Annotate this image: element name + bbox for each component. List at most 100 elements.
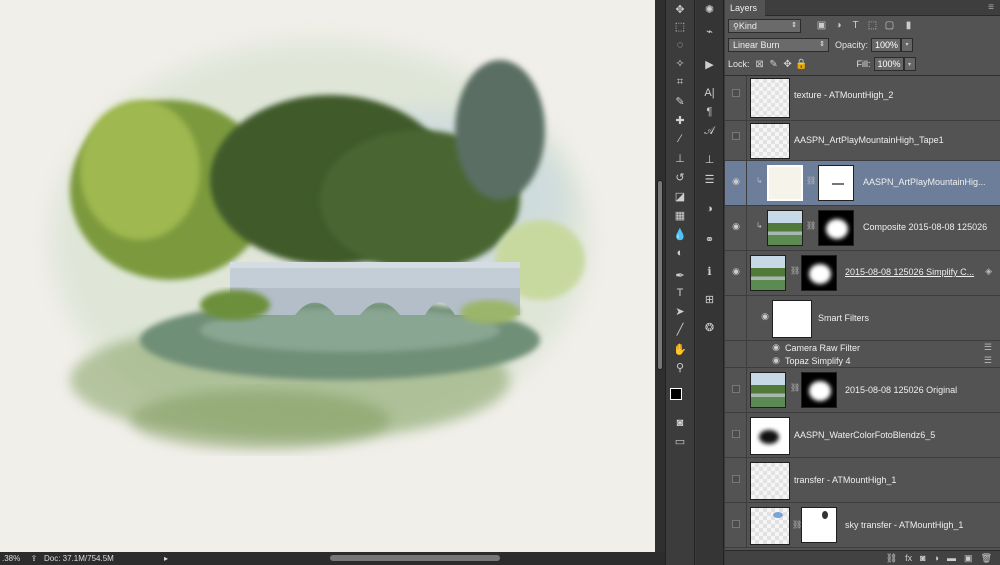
layer-name: 2015-08-08 125026 Simplify C... <box>845 267 975 277</box>
visibility-toggle[interactable] <box>732 475 740 483</box>
zoom-tool-icon[interactable]: ⚲ <box>666 358 694 376</box>
add-mask-icon[interactable]: ◙ <box>920 553 925 563</box>
brush-settings-icon[interactable]: ⌁ <box>696 22 723 40</box>
eye-icon[interactable]: ◉ <box>771 342 781 352</box>
shape-filter-icon[interactable]: ⬚ <box>866 19 879 32</box>
opacity-dropdown-icon[interactable]: ▾ <box>901 37 914 52</box>
visibility-toggle[interactable] <box>732 385 740 393</box>
smart-object-filter-icon[interactable]: ▢ <box>883 19 896 32</box>
filter-kind-select[interactable]: ⚲Kind ⇕ <box>728 18 801 33</box>
grid-icon[interactable]: ⊞ <box>696 290 723 308</box>
info-icon[interactable]: ℹ <box>696 262 723 280</box>
healing-brush-icon[interactable]: ✚ <box>666 111 694 129</box>
status-menu-arrow-icon[interactable]: ▸ <box>164 554 174 563</box>
play-icon[interactable]: ▶ <box>696 55 723 73</box>
blur-tool-icon[interactable]: 💧 <box>666 225 694 243</box>
vertical-scrollbar[interactable] <box>655 0 665 552</box>
eye-icon[interactable]: ◉ <box>731 221 741 231</box>
link-icon[interactable]: ⛓ <box>806 176 816 185</box>
fill-dropdown-icon[interactable]: ▾ <box>903 57 916 71</box>
new-layer-icon[interactable]: ▣ <box>964 553 973 564</box>
pixel-filter-icon[interactable]: ▣ <box>815 19 828 32</box>
type-filter-icon[interactable]: T <box>849 19 862 32</box>
layer-row[interactable]: texture - ATMountHigh_2 <box>725 76 1000 121</box>
history-brush-icon[interactable]: ↺ <box>666 168 694 186</box>
blend-row: Linear Burn ⇕ Opacity: 100% ▾ <box>725 35 1000 54</box>
eye-icon[interactable]: ◉ <box>760 311 770 321</box>
visibility-toggle[interactable] <box>732 520 740 528</box>
adjustment-layer-icon[interactable]: ◑ <box>934 553 939 563</box>
foreground-color-swatch[interactable] <box>670 388 682 400</box>
blend-mode-select[interactable]: Linear Burn ⇕ <box>728 37 829 52</box>
move-tool-icon[interactable]: ✥ <box>666 0 694 18</box>
link-icon[interactable]: ⛓ <box>790 383 800 392</box>
visibility-toggle[interactable] <box>732 89 740 97</box>
brush-tool-icon[interactable]: ∕ <box>666 130 694 148</box>
link-icon[interactable]: ⛓ <box>790 266 800 275</box>
adjustment-filter-icon[interactable]: ◑ <box>832 19 845 32</box>
link-icon[interactable]: ⛓ <box>806 221 816 230</box>
filter-row[interactable]: ◉ Topaz Simplify 4 ☰ <box>725 354 1000 368</box>
fx-icon[interactable]: fx <box>905 553 912 563</box>
eraser-icon[interactable]: ◪ <box>666 187 694 205</box>
layer-row[interactable]: ◉ ↳ ⛓ AASPN_ArtPlayMountainHig... <box>725 161 1000 206</box>
clone-source-icon[interactable]: ⊥ <box>696 150 723 168</box>
visibility-toggle[interactable] <box>732 132 740 140</box>
filter-toggle-icon[interactable]: ▮ <box>902 19 915 32</box>
layer-row[interactable]: ⛓ sky transfer - ATMountHigh_1 <box>725 503 1000 548</box>
glyph-icon[interactable]: 𝒜 <box>696 122 723 140</box>
compass-icon[interactable]: ✺ <box>696 0 723 18</box>
styles-icon[interactable]: ❂ <box>696 318 723 336</box>
zoom-level[interactable]: .38% <box>0 554 24 563</box>
marquee-tool-icon[interactable]: ⬚ <box>666 17 694 35</box>
clone-stamp-icon[interactable]: ⊥ <box>666 149 694 167</box>
dodge-tool-icon[interactable]: ◐ <box>666 244 694 262</box>
filter-options-icon[interactable]: ☰ <box>984 342 992 353</box>
layer-row[interactable]: transfer - ATMountHigh_1 <box>725 458 1000 503</box>
horizontal-scroll-thumb[interactable] <box>330 555 500 561</box>
gradient-tool-icon[interactable]: ▦ <box>666 206 694 224</box>
eye-icon[interactable]: ◉ <box>731 176 741 186</box>
eyedropper-icon[interactable]: ✎ <box>666 92 694 110</box>
line-tool-icon[interactable]: ╱ <box>666 320 694 338</box>
lock-position-icon[interactable]: ✥ <box>781 57 795 71</box>
panel-menu-icon[interactable]: ≡ <box>988 2 994 13</box>
path-selection-icon[interactable]: ➤ <box>666 302 694 320</box>
link-layers-icon[interactable]: ⛓ <box>886 553 897 564</box>
magic-wand-icon[interactable]: ✧ <box>666 54 694 72</box>
lasso-tool-icon[interactable]: ◌ <box>666 36 694 54</box>
new-group-icon[interactable]: ▬ <box>947 553 956 563</box>
lock-transparent-icon[interactable]: ⊠ <box>753 57 767 71</box>
quick-mask-icon[interactable]: ◙ <box>666 414 694 432</box>
layer-row[interactable]: ◉ ⛓ 2015-08-08 125026 Simplify C... ◈ <box>725 251 1000 296</box>
trash-icon[interactable]: 🗑 <box>981 553 992 564</box>
layer-row[interactable]: ◉ ↳ ⛓ Composite 2015-08-08 125026 <box>725 206 1000 251</box>
smart-filters-row[interactable]: ◉ Smart Filters <box>725 296 1000 341</box>
type-tool-icon[interactable]: T <box>666 284 694 302</box>
filter-options-icon[interactable]: ☰ <box>984 355 992 366</box>
lock-all-icon[interactable]: 🔒 <box>795 57 809 71</box>
vertical-scroll-thumb[interactable] <box>657 180 663 370</box>
adjustments-icon[interactable]: ◑ <box>696 200 723 218</box>
opacity-input[interactable]: 100% <box>871 37 902 52</box>
crop-tool-icon[interactable]: ⌗ <box>666 73 694 91</box>
document-canvas[interactable] <box>0 0 655 552</box>
layer-row[interactable]: AASPN_ArtPlayMountainHigh_Tape1 <box>725 121 1000 161</box>
filter-row[interactable]: ◉ Camera Raw Filter ☰ <box>725 341 1000 354</box>
paragraph-icon[interactable]: ¶ <box>696 103 723 121</box>
pen-tool-icon[interactable]: ✒ <box>666 266 694 284</box>
paths-icon[interactable]: ⚭ <box>696 230 723 248</box>
sliders-icon[interactable]: ☰ <box>696 170 723 188</box>
layer-row[interactable]: AASPN_WaterColorFotoBlendz6_5 <box>725 413 1000 458</box>
fill-input[interactable]: 100% <box>873 57 904 71</box>
layers-tab[interactable]: Layers <box>725 0 765 16</box>
layer-row[interactable]: ⛓ 2015-08-08 125026 Original <box>725 368 1000 413</box>
eye-icon[interactable]: ◉ <box>771 355 781 365</box>
visibility-toggle[interactable] <box>732 430 740 438</box>
share-icon[interactable]: ⇪ <box>24 554 44 563</box>
lock-pixels-icon[interactable]: ✎ <box>767 57 781 71</box>
screen-mode-icon[interactable]: ▭ <box>666 432 694 450</box>
eye-icon[interactable]: ◉ <box>731 266 741 276</box>
hand-tool-icon[interactable]: ✋ <box>666 340 694 358</box>
character-icon[interactable]: A| <box>696 84 723 102</box>
